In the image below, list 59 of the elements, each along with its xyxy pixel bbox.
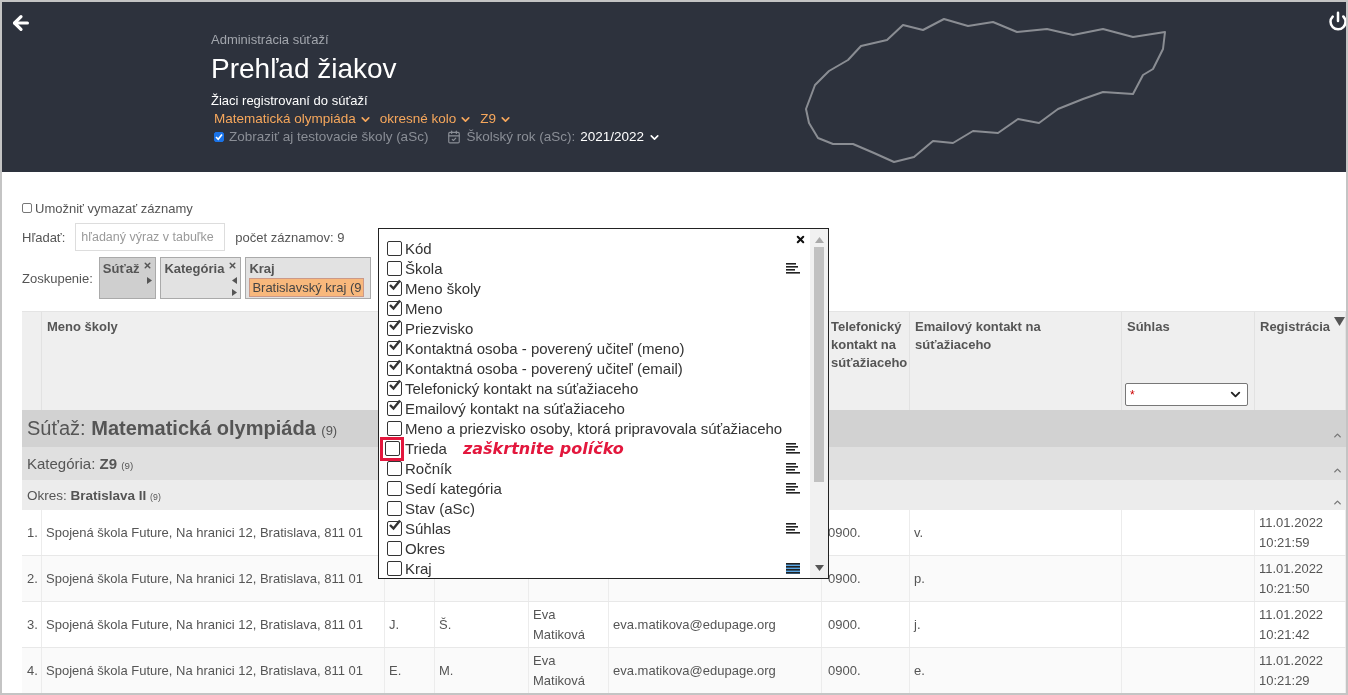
table-cell-text: Eva Matiková xyxy=(533,651,587,690)
table-cell-text: Spojená škola Future, Na hranici 12, Bratislava, 811 01 xyxy=(46,569,363,588)
table-cell-text: Spojená škola Future, Na hranici 12, Bratislava, 811 01 xyxy=(46,615,363,634)
option-label: Kód xyxy=(405,239,432,257)
option-label: Trieda xyxy=(405,439,447,457)
option-label: Emailový kontakt na súťažiaceho xyxy=(405,399,625,417)
table-cell-text: 11.01.2022 10:21:50 xyxy=(1259,559,1325,598)
option-label: Ročník xyxy=(405,459,452,477)
table-cell-text: 1. xyxy=(27,523,38,542)
breadcrumb: Administrácia súťaží xyxy=(211,31,329,49)
table-cell-text: E. xyxy=(389,661,402,680)
table-cell-text: 11.01.2022 10:21:29 xyxy=(1259,651,1325,690)
option-label: Okres xyxy=(405,539,445,557)
table-cell-text: 2. xyxy=(27,569,38,588)
table-cell-text: 0900. xyxy=(828,523,861,542)
record-count: počet záznamov: 9 xyxy=(235,229,345,245)
table-cell-text: Spojená škola Future, Na hranici 12, Bratislava, 811 01 xyxy=(46,661,363,680)
option-label: Sedí kategória xyxy=(405,479,502,497)
table-cell-text: v. xyxy=(914,523,924,542)
option-label: Škola xyxy=(405,259,443,277)
option-label: Priezvisko xyxy=(405,319,474,337)
table-cell-text: p. xyxy=(914,569,925,588)
table-cell-text: 0900. xyxy=(828,569,861,588)
table-cell-text: M. xyxy=(439,661,454,680)
table-cell-text: e. xyxy=(914,661,925,680)
option-label: Kontaktná osoba - poverený učiteľ (email) xyxy=(405,359,683,377)
option-label: Súhlas xyxy=(405,519,451,537)
subtitle: Žiaci registrovaní do súťaží xyxy=(211,92,368,110)
group-title: Súťaž: Matematická olympiáda (9) xyxy=(27,417,338,440)
table-cell-text: Eva Matiková xyxy=(533,605,587,644)
grouping-label: Zoskupenie: xyxy=(22,270,93,286)
table-cell-text: eva.matikova@edupage.org xyxy=(613,615,776,634)
option-label: Meno a priezvisko osoby, ktorá pripravovala súťažiaceho xyxy=(405,419,783,437)
group-title: Okres: Bratislava II (9) xyxy=(27,487,161,503)
checkbox-label: Umožniť vymazať záznamy xyxy=(35,200,193,216)
table-cell-text: 0900. xyxy=(828,615,861,634)
annotation-text: zaškrtnite políčko xyxy=(462,438,624,458)
search-label: Hľadať: xyxy=(22,229,66,245)
option-label: Meno xyxy=(405,299,443,317)
group-value-tag: Bratislavský kraj (9 xyxy=(249,278,365,297)
option-label: Meno školy xyxy=(405,279,481,297)
table-cell-text: 11.01.2022 10:21:59 xyxy=(1259,513,1325,552)
page-title: Prehľad žiakov xyxy=(211,52,397,86)
table-cell-text: eva.matikova@edupage.org xyxy=(613,661,776,680)
group-title: Kategória: Z9 (9) xyxy=(27,455,134,472)
option-label: Telefonický kontakt na súťažiaceho xyxy=(405,379,639,397)
table-cell-text: 11.01.2022 10:21:42 xyxy=(1259,605,1325,644)
option-label: Kontaktná osoba - poverený učiteľ (meno) xyxy=(405,339,685,357)
option-label: Kraj xyxy=(405,559,432,577)
table-cell-text: 0900. xyxy=(828,661,861,680)
table-cell-text: Spojená škola Future, Na hranici 12, Bratislava, 811 01 xyxy=(46,523,363,542)
table-cell-text: 3. xyxy=(27,615,38,634)
school-year-label: Školský rok (aSc): xyxy=(466,128,576,146)
table-cell-text: Š. xyxy=(439,615,452,634)
option-label: Stav (aSc) xyxy=(405,499,476,517)
table-cell-text: J. xyxy=(389,615,400,634)
table-cell-text: 4. xyxy=(27,661,38,680)
table-cell-text: j. xyxy=(914,615,921,634)
checkbox-label: Zobraziť aj testovacie školy (aSc) xyxy=(229,128,429,146)
